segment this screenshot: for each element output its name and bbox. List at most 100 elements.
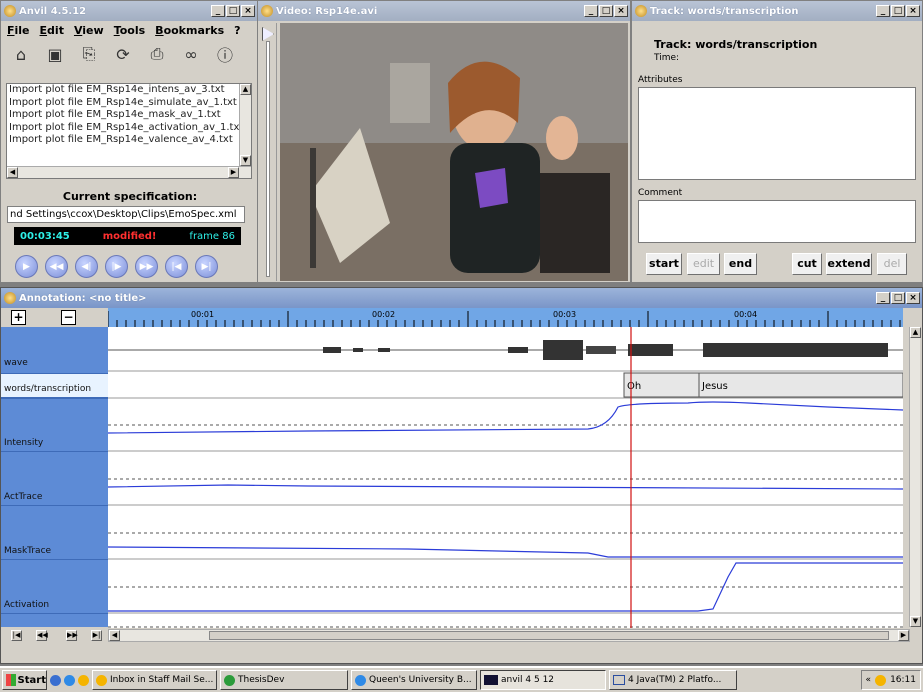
- comment-field[interactable]: [638, 200, 916, 243]
- menu-file[interactable]: File: [7, 24, 30, 37]
- track-label-activation[interactable]: Activation: [4, 600, 104, 610]
- print-icon[interactable]: ⎙: [147, 44, 167, 64]
- log-horizontal-scrollbar[interactable]: ◀ ▶: [7, 166, 251, 178]
- track-label-wave[interactable]: wave: [4, 358, 104, 368]
- task-label: Queen's University B...: [369, 675, 472, 685]
- info-icon[interactable]: ⓘ: [215, 44, 235, 65]
- maximize-button[interactable]: □: [891, 5, 905, 17]
- track-title: Track: words/transcription: [650, 5, 799, 17]
- end-button[interactable]: end: [724, 253, 757, 275]
- anvil-title-bar[interactable]: Anvil 4.5.12 _ □ ×: [1, 1, 257, 21]
- minimize-button[interactable]: _: [584, 5, 598, 17]
- annotation-plot-area[interactable]: Oh Jesus: [108, 327, 903, 628]
- play-icon[interactable]: ▶: [15, 255, 38, 278]
- tray-expand-icon[interactable]: «: [866, 675, 872, 685]
- prev-page-icon[interactable]: ◀◀: [36, 630, 48, 641]
- del-button[interactable]: del: [877, 253, 907, 275]
- task-anvil[interactable]: anvil 4 5 12: [480, 670, 606, 690]
- ie-icon[interactable]: [64, 674, 75, 686]
- task-browser[interactable]: Queen's University B...: [351, 670, 477, 690]
- minimize-button[interactable]: _: [211, 5, 225, 17]
- menu-help[interactable]: ?: [234, 24, 240, 37]
- log-vertical-scrollbar[interactable]: ▲ ▼: [239, 84, 251, 178]
- edit-button[interactable]: edit: [687, 253, 720, 275]
- menu-view[interactable]: View: [74, 24, 104, 37]
- close-button[interactable]: ×: [241, 5, 255, 17]
- track-label-masktrace[interactable]: MaskTrace: [4, 546, 104, 556]
- refresh-icon[interactable]: ⟳: [113, 44, 133, 64]
- track-title-bar[interactable]: Track: words/transcription _ □ ×: [632, 1, 922, 21]
- extend-button[interactable]: extend: [826, 253, 872, 275]
- scroll-right-arrow-icon[interactable]: ▶: [898, 630, 909, 641]
- scroll-down-arrow-icon[interactable]: ▼: [240, 155, 251, 166]
- taskbar: Start Inbox in Staff Mail Se... ThesisDe…: [0, 666, 923, 692]
- maximize-button[interactable]: □: [226, 5, 240, 17]
- close-button[interactable]: ×: [614, 5, 628, 17]
- log-list[interactable]: Import plot file EM_Rsp14e_intens_av_3.t…: [6, 83, 252, 179]
- track-window: Track: words/transcription _ □ × Track: …: [631, 0, 923, 283]
- track-label-acttrace[interactable]: ActTrace: [4, 492, 104, 502]
- start-button[interactable]: Start: [2, 670, 47, 690]
- annotation-horizontal-scrollbar[interactable]: ◀ ▶: [108, 629, 910, 642]
- forward-fast-icon[interactable]: |◀: [165, 255, 188, 278]
- task-thesisdev[interactable]: ThesisDev: [220, 670, 348, 690]
- cut-button[interactable]: cut: [792, 253, 822, 275]
- log-line: Import plot file EM_Rsp14e_valence_av_4.…: [9, 134, 233, 145]
- minimize-button[interactable]: _: [876, 5, 890, 17]
- close-button[interactable]: ×: [906, 292, 920, 304]
- log-line: Import plot file EM_Rsp14e_mask_av_1.txt: [9, 109, 221, 120]
- close-button[interactable]: ×: [906, 5, 920, 17]
- task-label: anvil 4 5 12: [501, 675, 555, 685]
- task-inbox[interactable]: Inbox in Staff Mail Se...: [92, 670, 217, 690]
- track-label-intensity[interactable]: Intensity: [4, 438, 104, 448]
- scroll-left-arrow-icon[interactable]: ◀: [7, 167, 18, 178]
- last-page-icon[interactable]: ▶|: [91, 630, 102, 641]
- word-annotations[interactable]: Oh Jesus: [623, 372, 903, 398]
- clock[interactable]: 16:11: [890, 675, 916, 685]
- mail-icon[interactable]: [78, 674, 89, 686]
- slider-knob[interactable]: [262, 27, 274, 41]
- ruler-mark: 00:02: [372, 310, 396, 319]
- intensity-trace: [108, 401, 903, 434]
- menu-tools[interactable]: Tools: [114, 24, 145, 37]
- menu-bookmarks[interactable]: Bookmarks: [155, 24, 224, 37]
- save-icon[interactable]: ▣: [45, 44, 65, 64]
- zoom-in-button[interactable]: +: [11, 310, 26, 325]
- attributes-field[interactable]: [638, 87, 916, 180]
- task-java[interactable]: 4 Java(TM) 2 Platfo...: [609, 670, 737, 690]
- menu-edit[interactable]: Edit: [40, 24, 64, 37]
- specification-path-field[interactable]: nd Settings\ccox\Desktop\Clips\EmoSpec.x…: [7, 206, 245, 223]
- end-icon[interactable]: ▶|: [195, 255, 218, 278]
- maximize-button[interactable]: □: [599, 5, 613, 17]
- scroll-down-arrow-icon[interactable]: ▼: [910, 616, 921, 627]
- binoculars-icon[interactable]: ∞: [181, 44, 201, 64]
- desktop-icon[interactable]: [50, 674, 61, 686]
- first-page-icon[interactable]: |◀: [11, 630, 22, 641]
- network-icon[interactable]: [875, 674, 887, 686]
- scroll-thumb[interactable]: [209, 631, 889, 640]
- menu-bar: File Edit View Tools Bookmarks ?: [1, 21, 257, 40]
- video-title-bar[interactable]: Video: Rsp14e.avi _ □ ×: [258, 1, 630, 21]
- scroll-up-arrow-icon[interactable]: ▲: [910, 327, 921, 338]
- annotation-vertical-scrollbar[interactable]: ▲ ▼: [909, 327, 921, 627]
- start-button[interactable]: start: [646, 253, 682, 275]
- scroll-right-arrow-icon[interactable]: ▶: [228, 167, 239, 178]
- track-app-icon: [635, 5, 647, 17]
- annotation-title-bar[interactable]: Annotation: <no title> _ □ ×: [1, 288, 922, 308]
- minimize-button[interactable]: _: [876, 292, 890, 304]
- next-page-icon[interactable]: ▶▶: [66, 630, 78, 641]
- step-icon[interactable]: |▶: [105, 255, 128, 278]
- slider-track[interactable]: [266, 41, 270, 277]
- rewind-fast-icon[interactable]: ◀◀: [45, 255, 68, 278]
- video-position-slider[interactable]: [259, 23, 277, 281]
- time-ruler[interactable]: 00:01 00:02 00:03 00:04: [108, 308, 903, 327]
- scroll-left-arrow-icon[interactable]: ◀: [109, 630, 120, 641]
- track-label-words[interactable]: words/transcription: [4, 384, 104, 394]
- scroll-up-arrow-icon[interactable]: ▲: [240, 84, 251, 95]
- forward-icon[interactable]: ▶▶: [135, 255, 158, 278]
- zoom-out-button[interactable]: −: [61, 310, 76, 325]
- maximize-button[interactable]: □: [891, 292, 905, 304]
- rewind-icon[interactable]: ◀|: [75, 255, 98, 278]
- open-folder-icon[interactable]: ⌂: [11, 44, 31, 64]
- new-document-icon[interactable]: ⎘: [79, 44, 99, 64]
